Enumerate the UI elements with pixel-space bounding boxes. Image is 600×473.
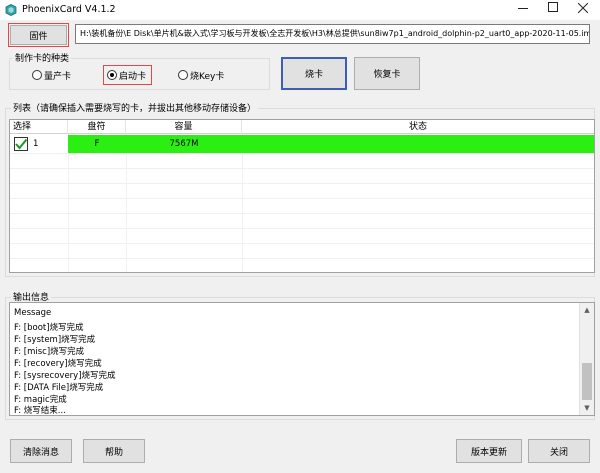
checkmark-icon bbox=[15, 138, 28, 150]
grid-line bbox=[10, 243, 594, 244]
maximize-icon bbox=[548, 2, 558, 12]
row-checkbox[interactable] bbox=[14, 137, 28, 151]
grid-line bbox=[10, 213, 594, 214]
minimize-button[interactable] bbox=[508, 0, 538, 20]
scroll-down-icon[interactable]: ▼ bbox=[580, 401, 594, 415]
output-scrollbar[interactable]: ▲ ▼ bbox=[579, 303, 594, 415]
scroll-thumb[interactable] bbox=[582, 363, 592, 400]
burn-card-button[interactable]: 烧卡 bbox=[281, 57, 347, 90]
firmware-button[interactable]: 固件 bbox=[8, 23, 69, 47]
radio-production-card[interactable]: 量产卡 bbox=[32, 67, 71, 83]
grid-line bbox=[10, 198, 594, 199]
window-title: PhoenixCard V4.1.2 bbox=[22, 4, 116, 15]
radio-circle-icon bbox=[178, 70, 188, 80]
grid-line bbox=[242, 134, 243, 272]
image-path-field[interactable]: H:\装机备份\E Disk\单片机&嵌入式\学习板与开发板\全志开发板\H3\… bbox=[75, 24, 590, 44]
minimize-icon bbox=[518, 8, 528, 9]
device-table: 选择 盘符 容量 状态 1 F 7567M bbox=[9, 119, 595, 273]
col-status-header[interactable]: 状态 bbox=[242, 120, 594, 134]
version-update-button[interactable]: 版本更新 bbox=[456, 439, 522, 463]
log-line: F: [sysrecovery]烧写完成 bbox=[14, 371, 116, 381]
close-button[interactable]: 关闭 bbox=[528, 439, 590, 463]
log-line: F: [recovery]烧写完成 bbox=[14, 359, 102, 369]
radio-production-label: 量产卡 bbox=[44, 71, 72, 82]
scroll-up-icon[interactable]: ▲ bbox=[580, 303, 594, 317]
log-line: F: [boot]烧写完成 bbox=[14, 323, 84, 333]
capacity-cell: 7567M bbox=[126, 135, 242, 153]
clear-messages-button[interactable]: 清除消息 bbox=[10, 439, 72, 463]
grid-line bbox=[10, 258, 594, 259]
col-drive-header[interactable]: 盘符 bbox=[68, 120, 126, 134]
radio-key-card[interactable]: 烧Key卡 bbox=[178, 67, 224, 83]
row-index: 1 bbox=[33, 139, 39, 149]
radio-boot-card[interactable]: 启动卡 bbox=[102, 65, 153, 85]
close-icon bbox=[577, 2, 589, 14]
app-icon bbox=[5, 4, 17, 16]
grid-line bbox=[10, 228, 594, 229]
maximize-button[interactable] bbox=[538, 0, 568, 20]
drive-cell: F bbox=[68, 135, 126, 153]
grid-line bbox=[126, 134, 127, 272]
radio-key-label: 烧Key卡 bbox=[190, 71, 225, 82]
radio-boot-label: 启动卡 bbox=[119, 71, 147, 82]
col-select-header[interactable]: 选择 bbox=[10, 120, 68, 134]
help-button[interactable]: 帮助 bbox=[83, 439, 145, 463]
radio-checked-icon bbox=[107, 70, 117, 80]
log-line: Message bbox=[14, 308, 52, 318]
status-cell bbox=[242, 135, 594, 153]
device-list-title: 列表（请确保插入需要烧写的卡，并拔出其他移动存储设备） bbox=[11, 101, 259, 114]
log-line: F: [misc]烧写完成 bbox=[14, 347, 85, 357]
select-cell: 1 bbox=[10, 135, 68, 153]
output-log[interactable]: Message F: [boot]烧写完成 F: [system]烧写完成 F:… bbox=[9, 302, 595, 416]
close-window-button[interactable] bbox=[568, 0, 598, 20]
grid-line bbox=[68, 134, 69, 272]
grid-line bbox=[10, 183, 594, 184]
log-line: F: 烧写结束... bbox=[14, 406, 66, 416]
log-line: F: [DATA File]烧写完成 bbox=[14, 383, 104, 393]
card-type-title: 制作卡的种类 bbox=[13, 51, 72, 64]
table-header: 选择 盘符 容量 状态 bbox=[10, 120, 594, 134]
table-row[interactable]: 1 F 7567M bbox=[10, 135, 594, 153]
radio-circle-icon bbox=[32, 70, 42, 80]
grid-line bbox=[10, 153, 594, 154]
col-capacity-header[interactable]: 容量 bbox=[126, 120, 242, 134]
restore-card-button[interactable]: 恢复卡 bbox=[354, 57, 420, 90]
grid-line bbox=[10, 168, 594, 169]
title-bar: PhoenixCard V4.1.2 bbox=[0, 0, 600, 20]
log-line: F: [system]烧写完成 bbox=[14, 335, 96, 345]
